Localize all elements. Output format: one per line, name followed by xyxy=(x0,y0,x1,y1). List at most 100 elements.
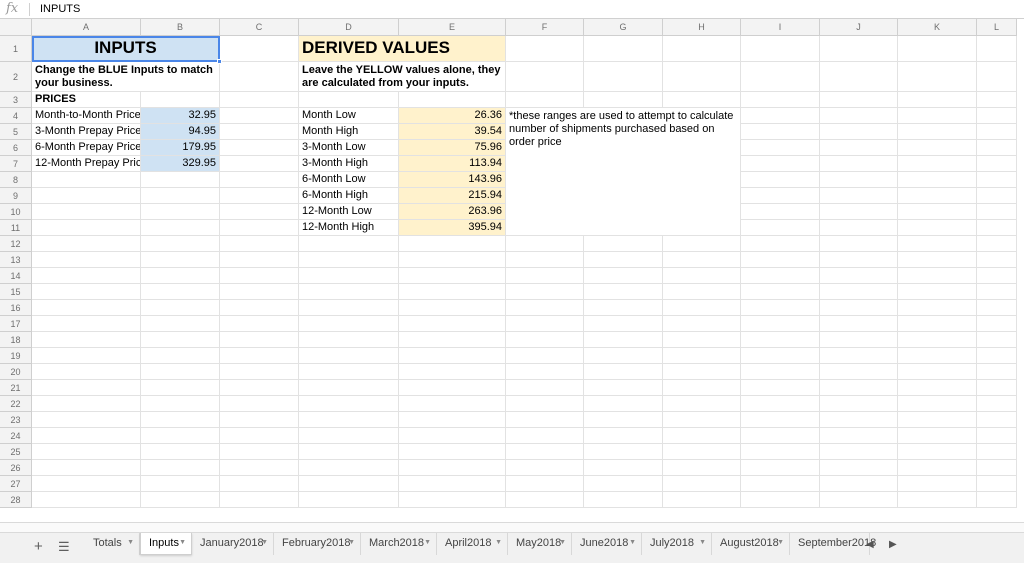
grid-cell[interactable] xyxy=(741,396,820,412)
grid-cell[interactable] xyxy=(741,220,820,236)
grid-cell[interactable] xyxy=(741,444,820,460)
grid-cell[interactable] xyxy=(220,460,299,476)
row-header-11[interactable]: 11 xyxy=(0,220,32,236)
grid-cell[interactable] xyxy=(741,300,820,316)
grid-cell[interactable] xyxy=(741,156,820,172)
derived-value[interactable]: 263.96 xyxy=(399,204,506,220)
grid-cell[interactable] xyxy=(898,236,977,252)
column-header-i[interactable]: I xyxy=(741,19,820,36)
grid-cell[interactable] xyxy=(141,172,220,188)
derived-value[interactable]: 75.96 xyxy=(399,140,506,156)
sheet-tab-february2018[interactable]: February2018 ▼ xyxy=(274,533,361,555)
input-value[interactable]: 329.95 xyxy=(141,156,220,172)
grid-cell[interactable] xyxy=(898,476,977,492)
grid-cell[interactable] xyxy=(820,188,898,204)
grid-cell[interactable] xyxy=(820,140,898,156)
grid-cell[interactable] xyxy=(977,380,1017,396)
grid-cell[interactable] xyxy=(584,268,663,284)
grid-cell[interactable] xyxy=(399,316,506,332)
grid-cell[interactable] xyxy=(898,396,977,412)
row-header-23[interactable]: 23 xyxy=(0,412,32,428)
grid-cell[interactable] xyxy=(399,412,506,428)
grid-cell[interactable] xyxy=(663,332,741,348)
grid-cell[interactable] xyxy=(663,300,741,316)
grid-cell[interactable] xyxy=(220,396,299,412)
grid-cell[interactable] xyxy=(820,316,898,332)
grid-cell[interactable] xyxy=(141,348,220,364)
grid-cell[interactable] xyxy=(663,412,741,428)
grid-cell[interactable] xyxy=(977,284,1017,300)
grid-cell[interactable] xyxy=(584,92,663,108)
grid-cell[interactable] xyxy=(741,92,820,108)
grid-cell[interactable] xyxy=(663,236,741,252)
grid-cell[interactable] xyxy=(898,156,977,172)
row-header-13[interactable]: 13 xyxy=(0,252,32,268)
plus-icon[interactable]: + xyxy=(34,539,43,554)
column-header-e[interactable]: E xyxy=(399,19,506,36)
grid-cell[interactable] xyxy=(898,348,977,364)
sheet-tab-inputs[interactable]: Inputs ▼ xyxy=(140,533,192,555)
chevron-down-icon[interactable]: ▼ xyxy=(559,533,566,553)
grid-cell[interactable] xyxy=(32,492,141,508)
grid-cell[interactable] xyxy=(977,300,1017,316)
grid-cell[interactable] xyxy=(663,348,741,364)
grid-cell[interactable] xyxy=(898,188,977,204)
grid-cell[interactable] xyxy=(898,444,977,460)
grid-cell[interactable] xyxy=(506,460,584,476)
grid-cell[interactable] xyxy=(141,460,220,476)
grid-cell[interactable] xyxy=(977,476,1017,492)
grid-cell[interactable] xyxy=(220,188,299,204)
grid-cell[interactable] xyxy=(977,62,1017,92)
grid-cell[interactable] xyxy=(299,268,399,284)
grid-cell[interactable] xyxy=(220,172,299,188)
grid-cell[interactable] xyxy=(299,380,399,396)
grid-cell[interactable] xyxy=(220,124,299,140)
grid-cell[interactable] xyxy=(584,444,663,460)
chevron-down-icon[interactable]: ▼ xyxy=(777,533,784,553)
grid-cell[interactable] xyxy=(898,252,977,268)
grid-cell[interactable] xyxy=(141,204,220,220)
column-header-k[interactable]: K xyxy=(898,19,977,36)
column-header-b[interactable]: B xyxy=(141,19,220,36)
grid-cell[interactable] xyxy=(820,172,898,188)
grid-cell[interactable] xyxy=(399,460,506,476)
grid-cell[interactable] xyxy=(898,108,977,124)
grid-cell[interactable] xyxy=(299,492,399,508)
grid-cell[interactable] xyxy=(820,476,898,492)
column-header-j[interactable]: J xyxy=(820,19,898,36)
grid-cell[interactable] xyxy=(977,492,1017,508)
grid-cell[interactable] xyxy=(741,460,820,476)
grid-cell[interactable] xyxy=(220,476,299,492)
grid-cell[interactable] xyxy=(663,316,741,332)
grid-cell[interactable] xyxy=(141,396,220,412)
row-header-15[interactable]: 15 xyxy=(0,284,32,300)
row-header-26[interactable]: 26 xyxy=(0,460,32,476)
grid-cell[interactable] xyxy=(741,62,820,92)
grid-cell[interactable] xyxy=(141,444,220,460)
row-header-10[interactable]: 10 xyxy=(0,204,32,220)
grid-cell[interactable] xyxy=(32,268,141,284)
grid-cell[interactable] xyxy=(399,396,506,412)
grid-cell[interactable] xyxy=(32,348,141,364)
arrow-left-icon[interactable]: ◀ xyxy=(866,539,874,550)
grid-cell[interactable] xyxy=(506,428,584,444)
derived-value[interactable]: 39.54 xyxy=(399,124,506,140)
grid-cell[interactable] xyxy=(220,300,299,316)
grid-cell[interactable] xyxy=(898,428,977,444)
derived-label[interactable]: Month High xyxy=(299,124,399,140)
grid-cell[interactable] xyxy=(584,284,663,300)
grid-cell[interactable] xyxy=(820,332,898,348)
column-header-f[interactable]: F xyxy=(506,19,584,36)
grid-cell[interactable] xyxy=(32,380,141,396)
grid-cell[interactable] xyxy=(506,332,584,348)
grid-cell[interactable] xyxy=(584,62,663,92)
grid-cell[interactable] xyxy=(32,332,141,348)
derived-values-title[interactable]: DERIVED VALUES xyxy=(299,36,506,62)
derived-label[interactable]: 12-Month High xyxy=(299,220,399,236)
grid-cell[interactable] xyxy=(820,156,898,172)
grid-cell[interactable] xyxy=(220,428,299,444)
grid-cell[interactable] xyxy=(898,332,977,348)
grid-cell[interactable] xyxy=(663,252,741,268)
grid-cell[interactable] xyxy=(584,428,663,444)
grid-cell[interactable] xyxy=(220,236,299,252)
